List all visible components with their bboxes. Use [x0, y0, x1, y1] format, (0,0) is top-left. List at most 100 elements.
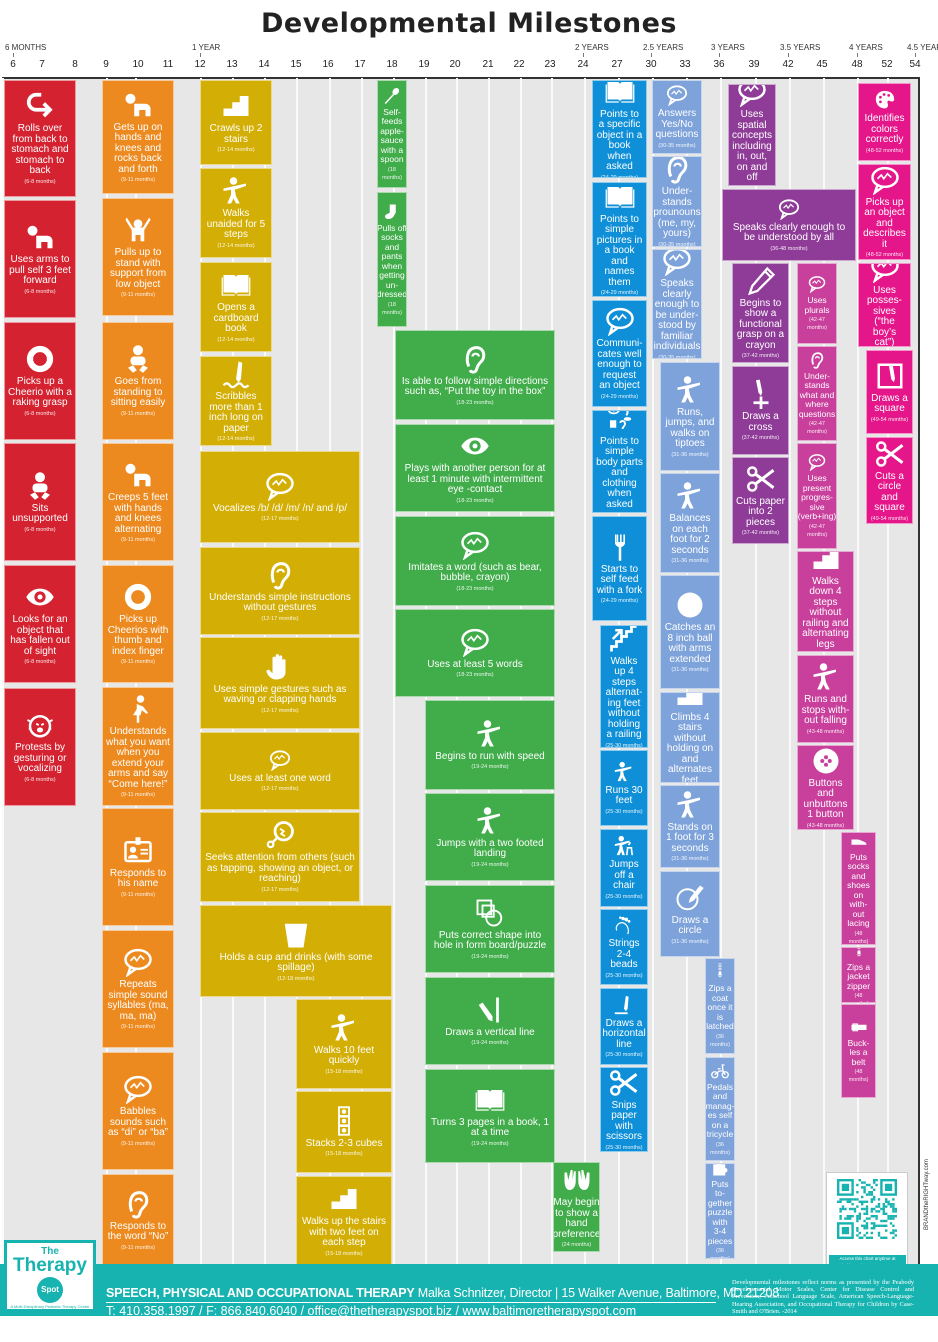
speech-bubble-icon: [870, 165, 900, 195]
milestone-age-range: (30-35 months): [658, 142, 696, 149]
month-tick-label: 9: [103, 59, 109, 70]
milestone-text: Snips paper with scissors: [605, 1099, 643, 1142]
milestone-age-range: (25-30 months): [605, 742, 643, 748]
zipper-icon: [711, 963, 729, 981]
milestone-age-range: (18 months): [382, 166, 402, 181]
milestone-age-range: (24 months): [561, 1242, 592, 1248]
crawling-baby-icon: [25, 222, 55, 252]
sitting-baby-icon: [123, 344, 153, 374]
month-tick-label: 30: [645, 59, 657, 70]
speech-bubble-icon: [265, 471, 295, 501]
age-label: 3.5 YEARS: [780, 43, 821, 52]
milestone-text: Points to simple body parts and clothing…: [596, 435, 643, 510]
month-tick-label: 13: [226, 59, 238, 70]
footer-divider: [106, 1302, 716, 1303]
milestone-card: Balances on each foot for 2 seconds (31-3…: [660, 473, 720, 573]
milestones-poster: Developmental Milestones 6 MONTHS 1 YEAR 2…: [0, 0, 938, 1342]
scissors-icon: [746, 464, 776, 494]
cross-pencil-icon: [746, 379, 776, 409]
qr-code-icon[interactable]: [837, 1179, 897, 1239]
milestone-card: Runs 30 feet (25-30 months): [600, 750, 648, 826]
running-child-icon: [613, 761, 635, 783]
milestone-text: Understands what you want when you exten…: [106, 726, 170, 790]
milestone-text: Uses simple gestures such as waving or c…: [213, 683, 347, 705]
milestone-age-range: (48-52 months): [865, 252, 904, 259]
body-parts-icon: [605, 411, 635, 434]
milestone-card: Is able to follow simple directions such…: [395, 330, 555, 420]
milestone-age-range: (48 months): [848, 1069, 869, 1084]
milestone-age-range: (9-11 months): [121, 537, 155, 543]
age-label: 6 MONTHS: [5, 43, 47, 52]
milestone-card: Understands what you want when you exten…: [102, 687, 174, 806]
reaching-person-icon: [123, 694, 153, 724]
milestone-text: Picks up an object and describes it: [863, 196, 906, 250]
jumping-child-icon: [475, 806, 505, 836]
milestone-age-range: (36-41 months): [733, 185, 770, 186]
balancing-child-icon: [675, 790, 705, 820]
milestone-age-range: (24-29 months): [601, 511, 638, 512]
milestone-text: Begins to run with speed: [435, 750, 545, 762]
speech-bubble-icon: [460, 627, 490, 657]
footer-contact-line[interactable]: T: 410.358.1997 / F: 866.840.6040 / offi…: [106, 1304, 636, 1318]
milestone-text: Points to simple pictures in a book and …: [596, 213, 643, 288]
milestone-age-range: (24-29 months): [600, 174, 639, 178]
milestone-card: Crawls up 2 stairs (12-14 months): [200, 80, 272, 165]
milestone-age-range: (24-29 months): [600, 290, 639, 297]
month-tick-label: 24: [577, 59, 589, 70]
speech-bubble-icon: [460, 530, 490, 560]
milestone-age-range: (25-30 months): [605, 808, 643, 815]
milestone-age-range: (48-52 months): [865, 147, 904, 154]
milestone-card: May begin to show a hand preference (24 m…: [553, 1162, 600, 1252]
qr-panel[interactable]: Access this chart anytime at baltimoreth…: [826, 1172, 908, 1272]
age-label: 4 YEARS: [849, 43, 883, 52]
roll-over-arrow-icon: [25, 91, 55, 121]
milestone-age-range: (37-42 months): [741, 530, 780, 537]
milestone-text: Seeks attention from others (such as tap…: [205, 852, 355, 885]
footer-director: Malka Schnitzer, Director: [417, 1286, 552, 1300]
milestone-age-range: (18-23 months): [456, 399, 494, 406]
milestone-card: Speaks clearly enough to be understood b…: [722, 189, 856, 261]
milestone-age-range: (6-8 months): [24, 526, 56, 533]
milestone-card: Answers Yes/No questions (30-35 months): [652, 80, 702, 154]
month-tick-label: 52: [881, 59, 893, 70]
milestone-card: Pedals and manag-es self on a tricycle (3…: [705, 1057, 735, 1161]
milestone-age-range: (18-23 months): [456, 497, 494, 504]
milestone-age-range: (48 months): [848, 930, 869, 945]
milestone-text: May begin to show a hand preference: [553, 1197, 600, 1240]
milestone-card: Snips paper with scissors (25-30 months): [600, 1067, 648, 1152]
ear-icon: [808, 351, 826, 369]
running-child-icon: [811, 662, 841, 692]
milestone-text: Picks up Cheerios with thumb and index f…: [107, 614, 169, 657]
milestone-text: Balances on each foot for 2 seconds: [669, 513, 711, 556]
square-pencil-icon: [875, 361, 905, 391]
milestone-text: Uses present progres-sive (verb+ing): [797, 473, 837, 522]
crawling-baby-icon: [123, 460, 153, 490]
milestone-card: Communi-cates well enough to request an …: [592, 300, 647, 407]
milestone-text: Uses at least 5 words: [427, 658, 523, 670]
milestone-age-range: (49-54 months): [870, 416, 909, 423]
milestone-age-range: (19-24 months): [471, 953, 509, 960]
speech-bubble-icon: [662, 250, 692, 277]
milestone-age-range: (9-11 months): [121, 1024, 155, 1030]
scribble-pencil-icon: [221, 359, 251, 389]
hand-icon: [265, 652, 295, 682]
age-tick: [200, 53, 201, 57]
month-tick-label: 16: [322, 59, 334, 70]
milestone-card: Puts correct shape into hole in form boa…: [425, 885, 555, 973]
milestone-card: Opens a cardboard book (12-14 months): [200, 262, 272, 352]
milestone-card: Repeats simple sound syllables (ma, ma, …: [102, 930, 174, 1048]
month-tick-label: 21: [482, 59, 494, 70]
milestone-age-range: (43-48 months): [806, 728, 845, 735]
milestone-age-range: (15-18 months): [325, 1068, 363, 1075]
milestone-card: Stacks 2-3 cubes (15-18 months): [296, 1091, 392, 1173]
running-child-icon: [675, 375, 705, 405]
milestone-age-range: (9-11 months): [121, 292, 155, 298]
milestone-age-range: (25-30 months): [605, 1052, 643, 1059]
milestone-age-range: (12-18 months): [277, 975, 315, 982]
milestone-age-range: (31-36 months): [671, 451, 709, 458]
milestone-text: Draws a cross: [742, 411, 779, 433]
milestone-age-range: (24-29 months): [600, 393, 639, 400]
age-label: 4.5 YEARS: [907, 43, 938, 52]
footer-sources-note: Developmental milestones reflect norms a…: [732, 1279, 914, 1315]
milestone-card: Rolls over from back to stomach and stom…: [4, 80, 76, 197]
